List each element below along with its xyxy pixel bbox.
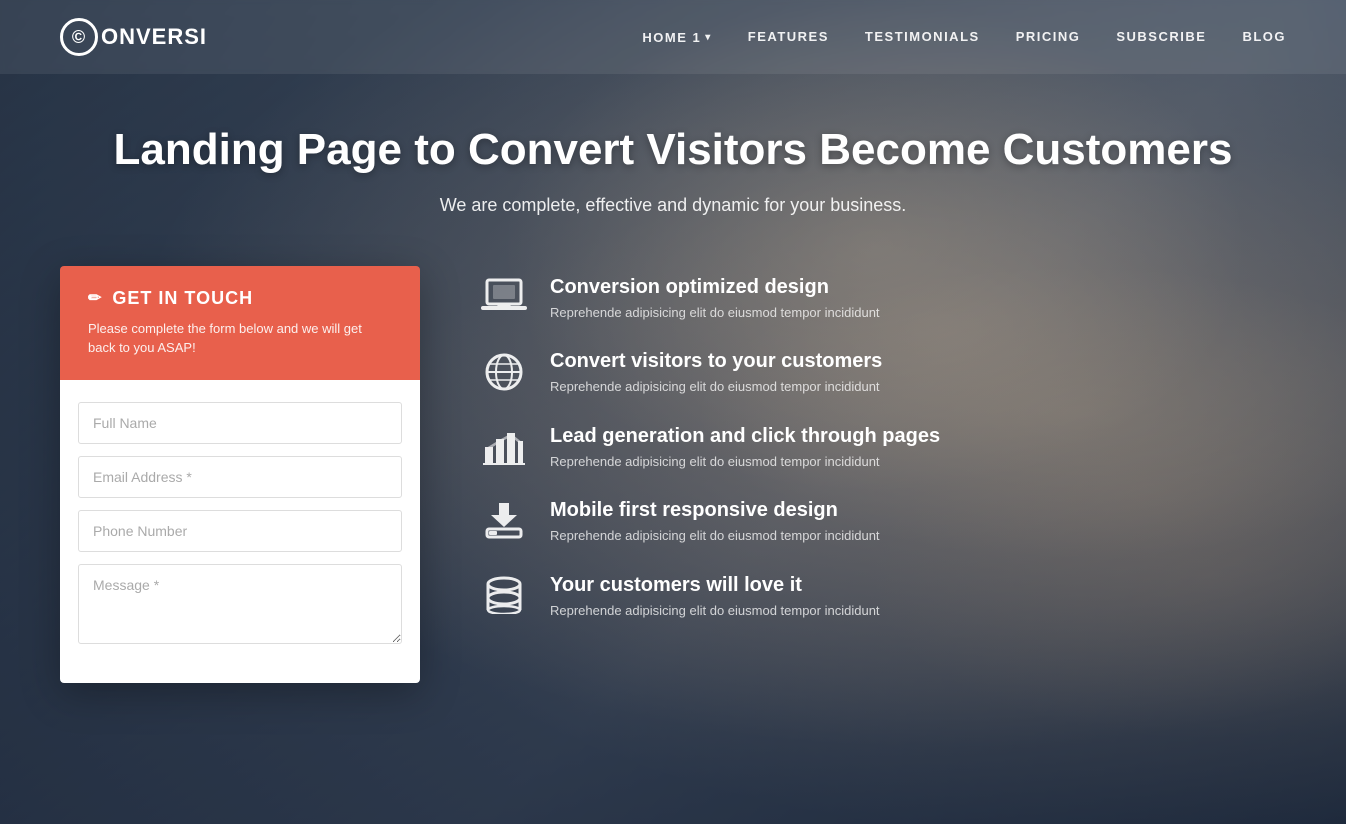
logo-text: ONVERSI — [101, 24, 207, 50]
feature-item-conversion: Conversion optimized design Reprehende a… — [480, 276, 1286, 323]
nav-item-subscribe[interactable]: SUBSCRIBE — [1116, 28, 1206, 46]
globe-icon — [480, 350, 528, 392]
nav-link-subscribe[interactable]: SUBSCRIBE — [1116, 29, 1206, 44]
nav-item-pricing[interactable]: PRICING — [1016, 28, 1081, 46]
nav-link-blog[interactable]: BLOG — [1242, 29, 1286, 44]
chevron-down-icon: ▾ — [705, 32, 712, 43]
logo[interactable]: © ONVERSI — [60, 18, 207, 56]
feature-title-mobile: Mobile first responsive design — [550, 499, 880, 522]
feature-item-visitors: Convert visitors to your customers Repre… — [480, 350, 1286, 397]
feature-desc-leadgen: Reprehende adipisicing elit do eiusmod t… — [550, 452, 940, 472]
nav-links: HOME 1 ▾ FEATURES TESTIMONIALS PRICING S… — [642, 28, 1286, 46]
feature-item-leadgen: Lead generation and click through pages … — [480, 425, 1286, 472]
feature-desc-conversion: Reprehende adipisicing elit do eiusmod t… — [550, 303, 880, 323]
form-header-title: ✏ GET IN TOUCH — [88, 288, 392, 309]
navbar: © ONVERSI HOME 1 ▾ FEATURES TESTIMONIALS… — [0, 0, 1346, 74]
full-name-input[interactable] — [78, 402, 402, 444]
feature-text-leadgen: Lead generation and click through pages … — [550, 425, 940, 472]
feature-text-visitors: Convert visitors to your customers Repre… — [550, 350, 882, 397]
feature-text-mobile: Mobile first responsive design Reprehend… — [550, 499, 880, 546]
feature-title-visitors: Convert visitors to your customers — [550, 350, 882, 373]
hero-section: Landing Page to Convert Visitors Become … — [0, 74, 1346, 246]
laptop-icon — [480, 276, 528, 316]
nav-item-testimonials[interactable]: TESTIMONIALS — [865, 28, 980, 46]
form-header-description: Please complete the form below and we wi… — [88, 319, 392, 358]
hero-title: Landing Page to Convert Visitors Become … — [60, 124, 1286, 177]
logo-icon: © — [60, 18, 98, 56]
nav-link-home[interactable]: HOME 1 ▾ — [642, 30, 711, 45]
features-list: Conversion optimized design Reprehende a… — [480, 266, 1286, 683]
nav-item-features[interactable]: FEATURES — [748, 28, 829, 46]
phone-input[interactable] — [78, 510, 402, 552]
feature-item-mobile: Mobile first responsive design Reprehend… — [480, 499, 1286, 546]
nav-link-features[interactable]: FEATURES — [748, 29, 829, 44]
form-body — [60, 380, 420, 683]
hero-subtitle: We are complete, effective and dynamic f… — [60, 195, 1286, 216]
nav-link-testimonials[interactable]: TESTIMONIALS — [865, 29, 980, 44]
form-header: ✏ GET IN TOUCH Please complete the form … — [60, 266, 420, 380]
feature-item-customers: Your customers will love it Reprehende a… — [480, 574, 1286, 621]
nav-link-pricing[interactable]: PRICING — [1016, 29, 1081, 44]
feature-text-conversion: Conversion optimized design Reprehende a… — [550, 276, 880, 323]
nav-item-blog[interactable]: BLOG — [1242, 28, 1286, 46]
message-input[interactable] — [78, 564, 402, 644]
feature-title-leadgen: Lead generation and click through pages — [550, 425, 940, 448]
email-input[interactable] — [78, 456, 402, 498]
database-icon — [480, 574, 528, 614]
feature-title-conversion: Conversion optimized design — [550, 276, 880, 299]
feature-desc-visitors: Reprehende adipisicing elit do eiusmod t… — [550, 377, 882, 397]
contact-form-card: ✏ GET IN TOUCH Please complete the form … — [60, 266, 420, 683]
nav-item-home[interactable]: HOME 1 ▾ — [642, 30, 711, 45]
feature-desc-mobile: Reprehende adipisicing elit do eiusmod t… — [550, 526, 880, 546]
feature-desc-customers: Reprehende adipisicing elit do eiusmod t… — [550, 601, 880, 621]
feature-title-customers: Your customers will love it — [550, 574, 880, 597]
download-icon — [480, 499, 528, 539]
pencil-icon: ✏ — [88, 288, 102, 308]
feature-text-customers: Your customers will love it Reprehende a… — [550, 574, 880, 621]
chart-icon — [480, 425, 528, 465]
main-layout: ✏ GET IN TOUCH Please complete the form … — [0, 266, 1346, 683]
